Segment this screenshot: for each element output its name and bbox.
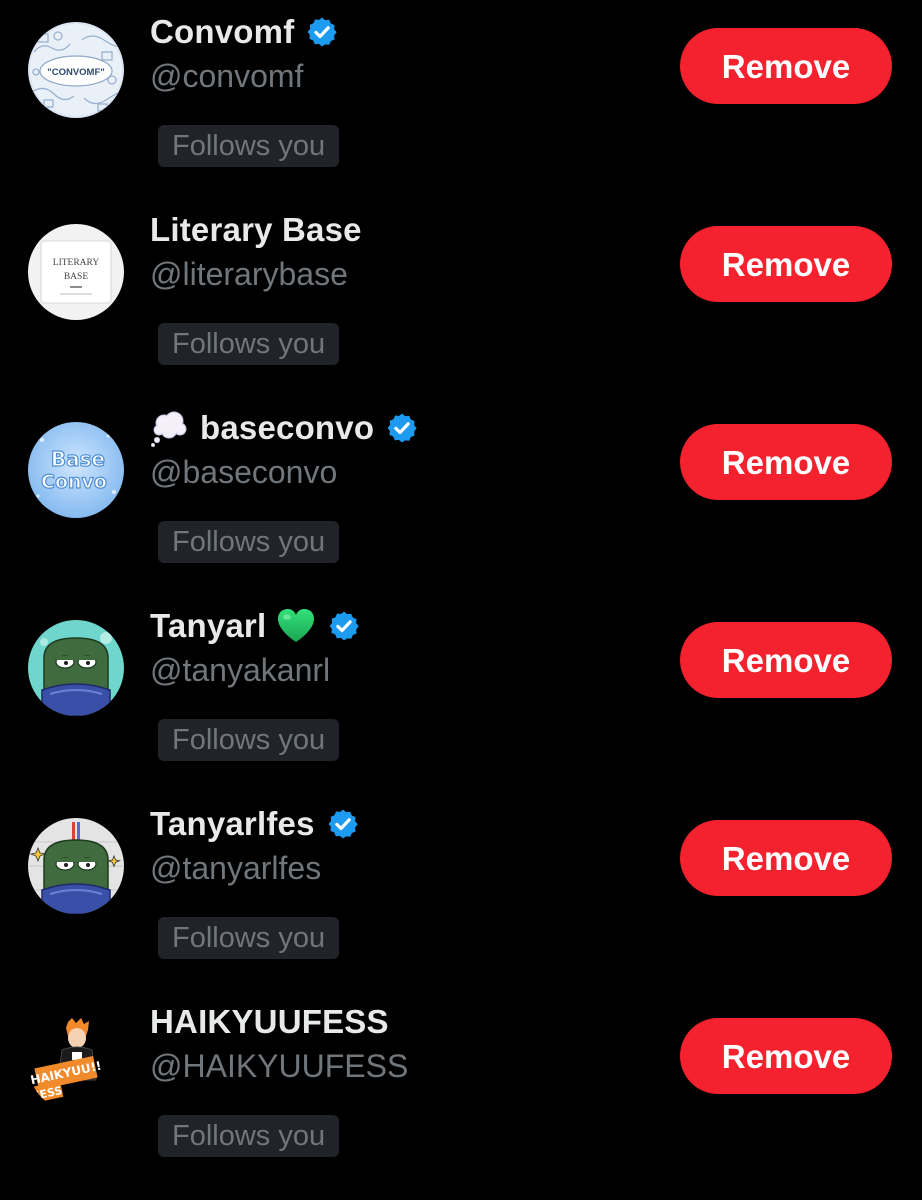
tanyarlfes-avatar-image [28, 818, 124, 914]
avatar[interactable]: Base Convo [28, 422, 124, 518]
convomf-avatar-image: "CONVOMF" [28, 22, 124, 118]
follows-you-badge: Follows you [158, 521, 340, 563]
follows-you-badge: Follows you [158, 125, 340, 167]
follower-row[interactable]: "CONVOMF" Convomf @convomf Follows you R… [0, 0, 922, 198]
tanyarl-avatar-image [28, 620, 124, 716]
remove-button[interactable]: Remove [680, 622, 892, 698]
remove-button[interactable]: Remove [680, 28, 892, 104]
avatar[interactable]: "CONVOMF" [28, 22, 124, 118]
display-name[interactable]: Literary Base [150, 211, 362, 249]
avatar[interactable] [28, 818, 124, 914]
follower-row[interactable]: LITERARY BASE Literary Base @literarybas… [0, 198, 922, 396]
follower-row[interactable]: Tanyarl @tanyakanrl Follows you Remove [0, 594, 922, 792]
follows-you-badge: Follows you [158, 719, 340, 761]
haikyuufess-avatar-image: HAIKYUU!! FESS [28, 1016, 124, 1112]
name-line: Tanyarlfes [150, 802, 359, 846]
avatar[interactable] [28, 620, 124, 716]
verified-badge-icon [328, 809, 358, 839]
name-line: Convomf [150, 10, 338, 54]
baseconvo-avatar-image: Base Convo [28, 422, 124, 518]
name-line: baseconvo [150, 406, 418, 450]
handle[interactable]: @literarybase [150, 256, 348, 293]
display-name[interactable]: Tanyarlfes [150, 805, 315, 843]
name-line: Literary Base [150, 208, 362, 252]
follows-you-badge: Follows you [158, 1115, 340, 1157]
handle[interactable]: @tanyakanrl [150, 652, 330, 689]
follower-row[interactable]: Base Convo baseconvo @baseconvo Follows … [0, 396, 922, 594]
remove-button[interactable]: Remove [680, 820, 892, 896]
follows-you-badge: Follows you [158, 917, 340, 959]
handle[interactable]: @convomf [150, 58, 303, 95]
thought-balloon-emoji [151, 411, 187, 447]
handle[interactable]: @HAIKYUUFESS [150, 1048, 408, 1085]
remove-button[interactable]: Remove [680, 424, 892, 500]
display-name[interactable]: Tanyarl [150, 607, 266, 645]
name-line: HAIKYUUFESS [150, 1000, 389, 1044]
verified-badge-icon [329, 611, 360, 641]
follower-row[interactable]: Tanyarlfes @tanyarlfes Follows you Remov… [0, 792, 922, 990]
literary-base-avatar-image: LITERARY BASE [28, 224, 124, 320]
verified-badge-icon [307, 17, 338, 47]
avatar[interactable]: HAIKYUU!! FESS [28, 1016, 124, 1112]
remove-button[interactable]: Remove [680, 1018, 892, 1094]
avatar-text: Base [51, 447, 105, 471]
remove-button[interactable]: Remove [680, 226, 892, 302]
follows-you-badge: Follows you [158, 323, 340, 365]
handle[interactable]: @baseconvo [150, 454, 337, 491]
avatar-text: LITERARY [53, 258, 100, 268]
follower-row[interactable]: HAIKYUU!! FESS HAIKYUUFESS @HAIKYUUFESS … [0, 990, 922, 1188]
green-heart-emoji [278, 609, 315, 642]
display-name[interactable]: baseconvo [200, 409, 374, 447]
display-name[interactable]: Convomf [150, 13, 294, 51]
handle[interactable]: @tanyarlfes [150, 850, 321, 887]
avatar[interactable]: LITERARY BASE [28, 224, 124, 320]
verified-badge-icon [387, 413, 417, 443]
avatar-text: Convo [41, 471, 107, 493]
avatar-text: "CONVOMF" [47, 67, 105, 78]
avatar-text: BASE [64, 272, 88, 282]
display-name[interactable]: HAIKYUUFESS [150, 1003, 389, 1041]
name-line: Tanyarl [150, 604, 360, 648]
